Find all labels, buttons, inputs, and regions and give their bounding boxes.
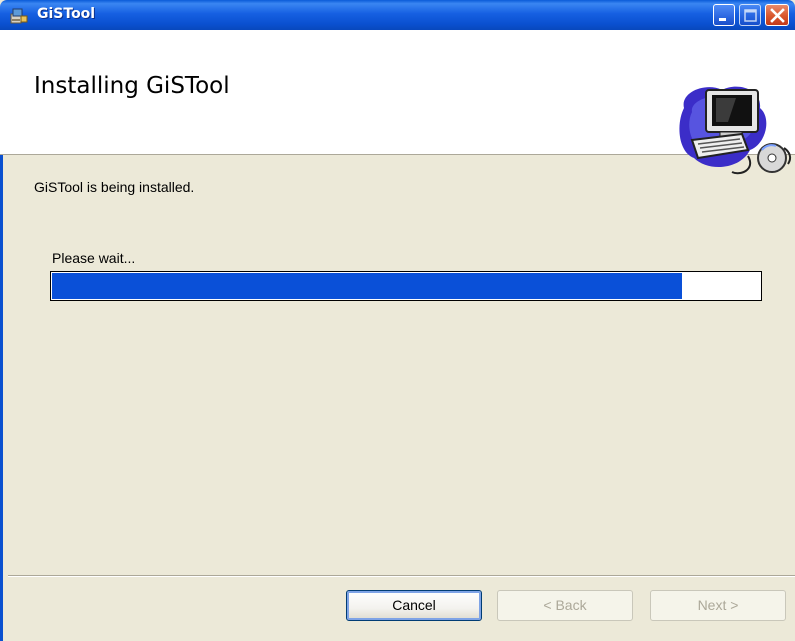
close-icon (770, 8, 785, 23)
progress-fill (52, 273, 682, 299)
title-bar[interactable]: GiSTool (0, 0, 795, 30)
header-banner: Installing GiSTool (0, 30, 795, 175)
install-progress-bar (50, 271, 762, 301)
back-button[interactable]: < Back (497, 590, 633, 621)
maximize-icon (744, 9, 757, 22)
installer-app-icon (10, 7, 28, 25)
window-title: GiSTool (37, 6, 96, 22)
close-button[interactable] (765, 4, 789, 26)
progress-label: Please wait... (52, 250, 136, 266)
computer-install-icon (679, 86, 792, 175)
page-title: Installing GiSTool (34, 73, 230, 99)
minimize-button[interactable] (713, 4, 735, 26)
footer-divider (8, 575, 795, 577)
cancel-button[interactable]: Cancel (346, 590, 482, 621)
install-status-text: GiSTool is being installed. (34, 179, 195, 195)
next-button[interactable]: Next > (650, 590, 786, 621)
minimize-icon (719, 18, 726, 21)
maximize-button[interactable] (739, 4, 761, 26)
